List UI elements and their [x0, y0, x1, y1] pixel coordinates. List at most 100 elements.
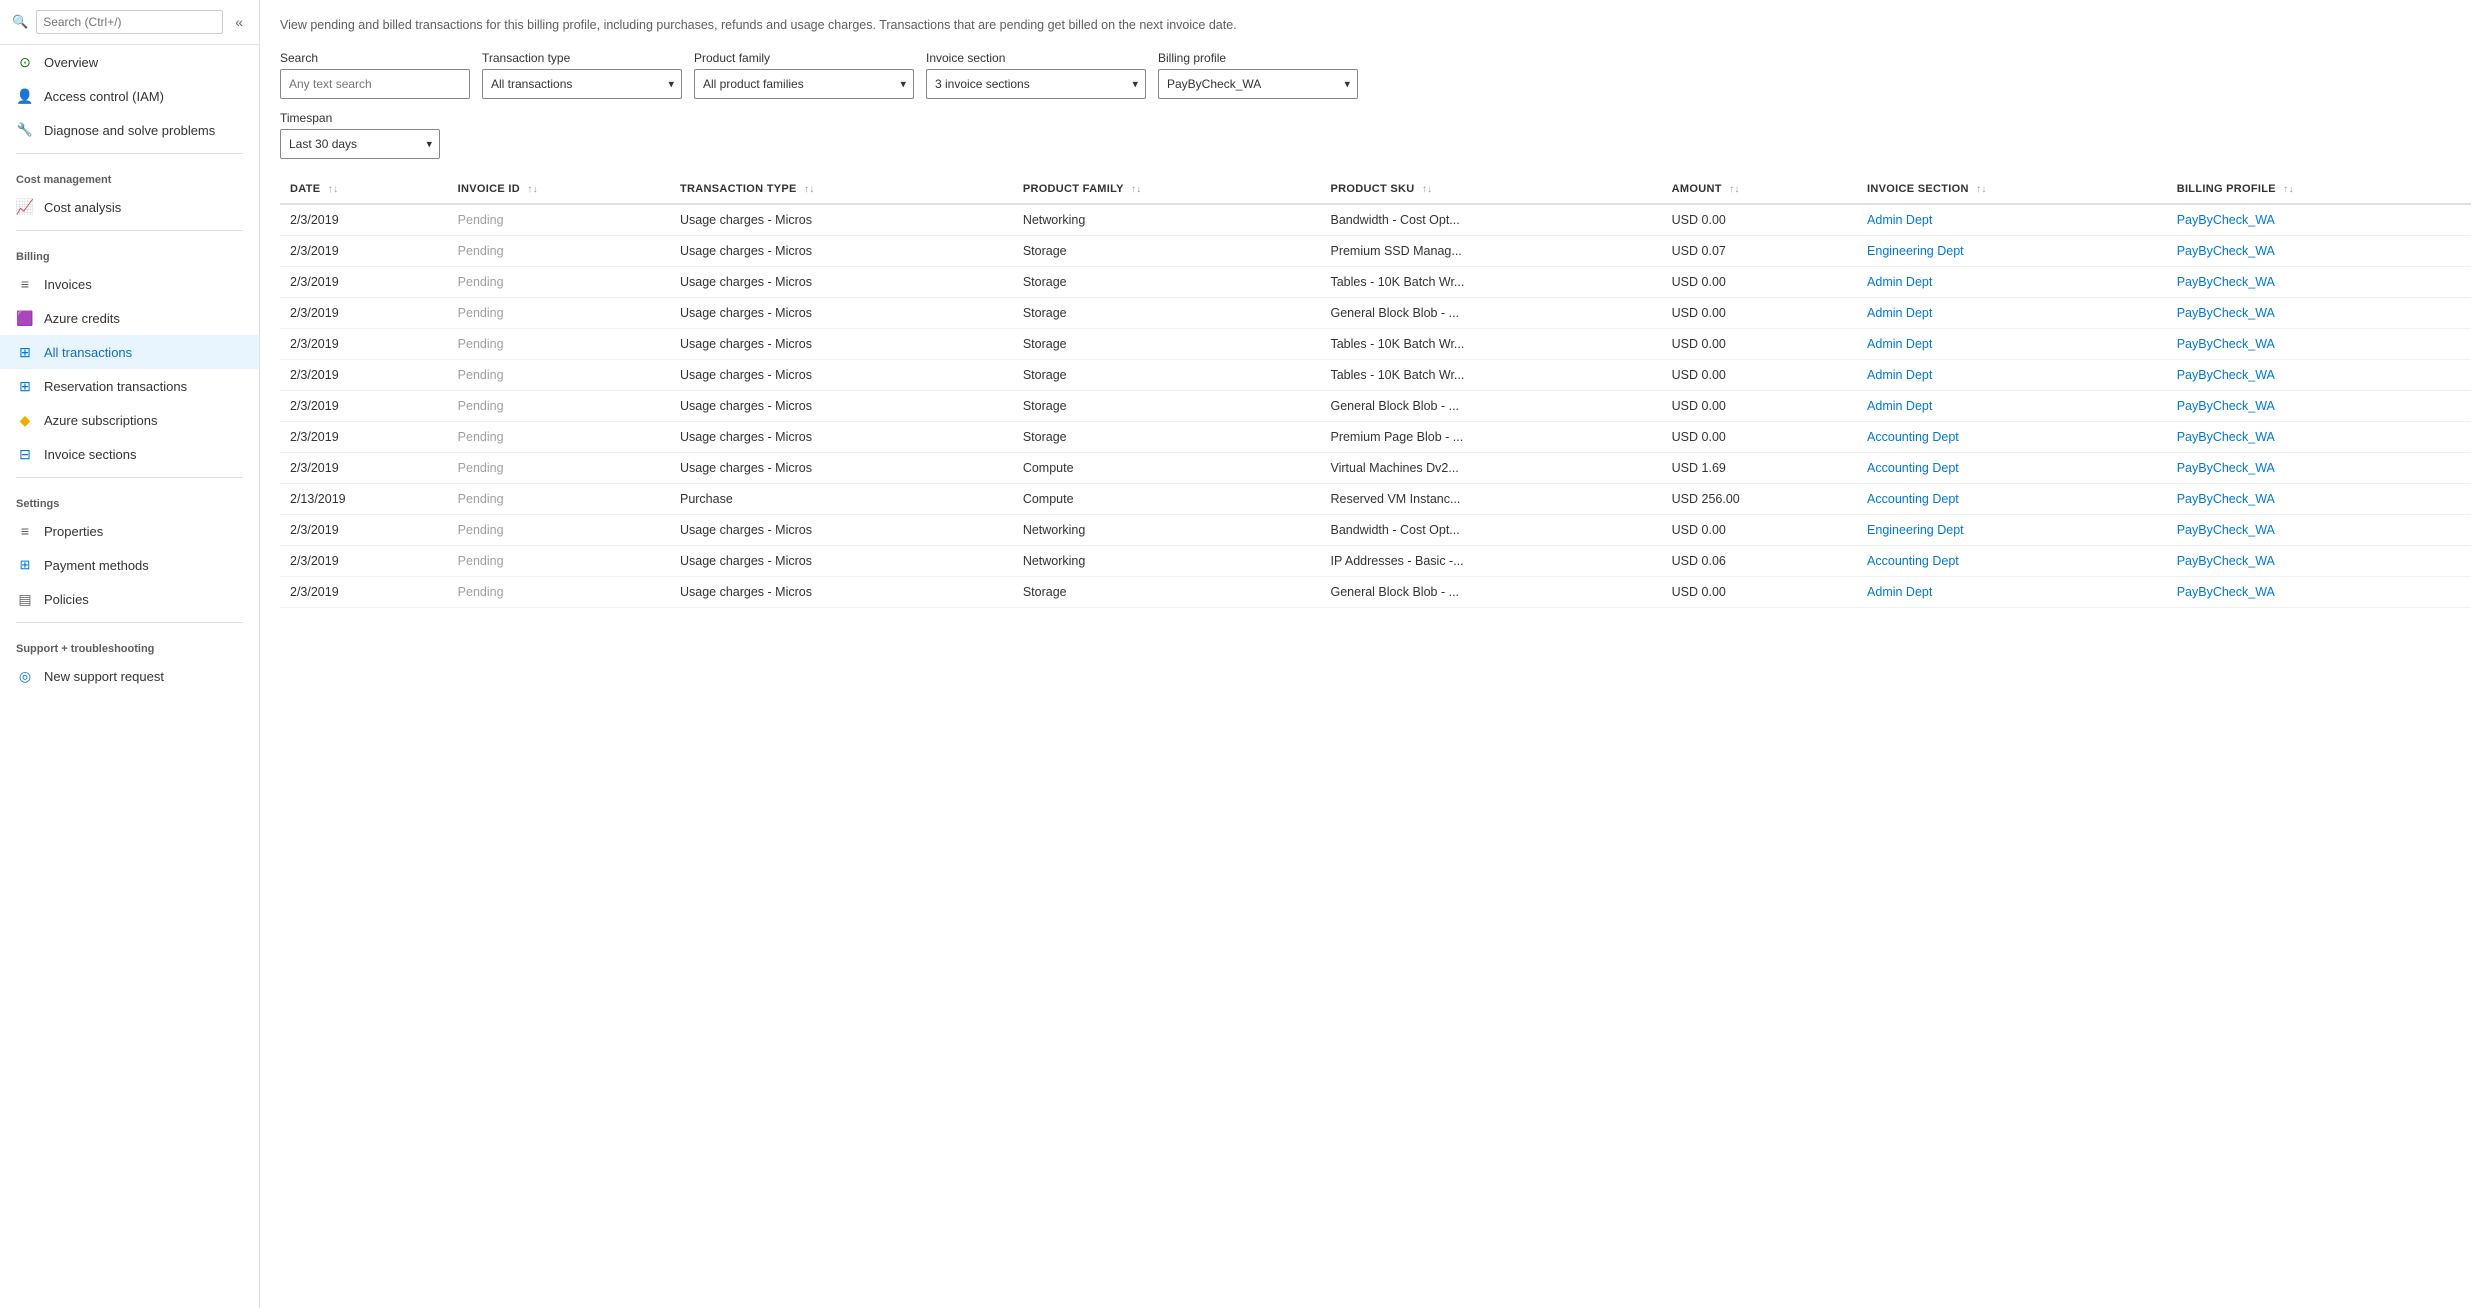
cell-billing-profile[interactable]: PayByCheck_WA: [2167, 576, 2471, 607]
cell-billing-profile[interactable]: PayByCheck_WA: [2167, 390, 2471, 421]
cell-invoice-section[interactable]: Admin Dept: [1857, 576, 2167, 607]
cell-date: 2/3/2019: [280, 235, 448, 266]
billing-profile-link[interactable]: PayByCheck_WA: [2177, 430, 2275, 444]
billing-profile-link[interactable]: PayByCheck_WA: [2177, 244, 2275, 258]
sidebar-item-azure-subscriptions[interactable]: ◆ Azure subscriptions: [0, 403, 259, 437]
cell-invoice-section[interactable]: Admin Dept: [1857, 328, 2167, 359]
invoice-section-link[interactable]: Admin Dept: [1867, 337, 1932, 351]
sidebar-item-overview[interactable]: ⊙ Overview: [0, 45, 259, 79]
invoice-section-link[interactable]: Admin Dept: [1867, 585, 1932, 599]
billing-profile-select[interactable]: PayByCheck_WA: [1158, 69, 1358, 99]
billing-profile-link[interactable]: PayByCheck_WA: [2177, 492, 2275, 506]
sidebar-item-label: Access control (IAM): [44, 89, 164, 104]
cell-invoice-section[interactable]: Admin Dept: [1857, 390, 2167, 421]
billing-profile-link[interactable]: PayByCheck_WA: [2177, 461, 2275, 475]
cell-amount: USD 0.00: [1662, 266, 1857, 297]
sidebar-item-policies[interactable]: ▤ Policies: [0, 582, 259, 616]
invoice-section-link[interactable]: Engineering Dept: [1867, 523, 1964, 537]
invoice-section-link[interactable]: Engineering Dept: [1867, 244, 1964, 258]
cell-transaction-type: Usage charges - Micros: [670, 514, 1013, 545]
cell-transaction-type: Usage charges - Micros: [670, 576, 1013, 607]
sidebar-item-azure-credits[interactable]: 🟪 Azure credits: [0, 301, 259, 335]
sidebar-item-label: Payment methods: [44, 558, 149, 573]
cell-billing-profile[interactable]: PayByCheck_WA: [2167, 421, 2471, 452]
sidebar-item-payment-methods[interactable]: ⊞ Payment methods: [0, 548, 259, 582]
col-product-family[interactable]: PRODUCT FAMILY ↑↓: [1013, 175, 1321, 204]
billing-profile-link[interactable]: PayByCheck_WA: [2177, 368, 2275, 382]
cell-billing-profile[interactable]: PayByCheck_WA: [2167, 452, 2471, 483]
billing-profile-link[interactable]: PayByCheck_WA: [2177, 399, 2275, 413]
timespan-select[interactable]: Last 30 days: [280, 129, 440, 159]
cell-date: 2/3/2019: [280, 452, 448, 483]
billing-profile-link[interactable]: PayByCheck_WA: [2177, 337, 2275, 351]
billing-profile-link[interactable]: PayByCheck_WA: [2177, 213, 2275, 227]
cell-invoice-section[interactable]: Admin Dept: [1857, 359, 2167, 390]
cell-billing-profile[interactable]: PayByCheck_WA: [2167, 204, 2471, 236]
billing-profile-link[interactable]: PayByCheck_WA: [2177, 306, 2275, 320]
invoice-section-link[interactable]: Accounting Dept: [1867, 554, 1959, 568]
cell-invoice-section[interactable]: Engineering Dept: [1857, 514, 2167, 545]
sidebar-item-label: Policies: [44, 592, 89, 607]
cell-billing-profile[interactable]: PayByCheck_WA: [2167, 235, 2471, 266]
col-product-sku[interactable]: PRODUCT SKU ↑↓: [1320, 175, 1661, 204]
col-invoice-section-sort-icon: ↑↓: [1976, 184, 1987, 195]
col-transaction-type-sort-icon: ↑↓: [804, 184, 815, 195]
sidebar-item-invoice-sections[interactable]: ⊟ Invoice sections: [0, 437, 259, 471]
invoice-section-link[interactable]: Accounting Dept: [1867, 492, 1959, 506]
cell-invoice-section[interactable]: Admin Dept: [1857, 204, 2167, 236]
invoice-section-select[interactable]: 3 invoice sections: [926, 69, 1146, 99]
col-amount[interactable]: AMOUNT ↑↓: [1662, 175, 1857, 204]
sidebar-item-diagnose[interactable]: 🔧 Diagnose and solve problems: [0, 113, 259, 147]
cell-invoice-section[interactable]: Accounting Dept: [1857, 452, 2167, 483]
invoice-section-link[interactable]: Admin Dept: [1867, 306, 1932, 320]
cell-invoice-section[interactable]: Accounting Dept: [1857, 545, 2167, 576]
sidebar-item-properties[interactable]: ≡ Properties: [0, 514, 259, 548]
sidebar-item-cost-analysis[interactable]: 📈 Cost analysis: [0, 190, 259, 224]
cell-billing-profile[interactable]: PayByCheck_WA: [2167, 328, 2471, 359]
cell-billing-profile[interactable]: PayByCheck_WA: [2167, 359, 2471, 390]
cell-invoice-section[interactable]: Admin Dept: [1857, 266, 2167, 297]
collapse-button[interactable]: «: [231, 12, 247, 32]
cell-date: 2/3/2019: [280, 390, 448, 421]
col-transaction-type[interactable]: TRANSACTION TYPE ↑↓: [670, 175, 1013, 204]
sidebar-item-invoices[interactable]: ≡ Invoices: [0, 267, 259, 301]
billing-profile-link[interactable]: PayByCheck_WA: [2177, 585, 2275, 599]
invoice-section-link[interactable]: Admin Dept: [1867, 275, 1932, 289]
search-input[interactable]: [36, 10, 223, 34]
section-settings: Settings: [0, 484, 259, 514]
col-invoice-id[interactable]: INVOICE ID ↑↓: [448, 175, 670, 204]
billing-profile-link[interactable]: PayByCheck_WA: [2177, 554, 2275, 568]
cell-billing-profile[interactable]: PayByCheck_WA: [2167, 297, 2471, 328]
divider: [16, 153, 243, 154]
billing-profile-link[interactable]: PayByCheck_WA: [2177, 523, 2275, 537]
cell-invoice-section[interactable]: Accounting Dept: [1857, 483, 2167, 514]
cell-billing-profile[interactable]: PayByCheck_WA: [2167, 514, 2471, 545]
invoice-section-link[interactable]: Accounting Dept: [1867, 461, 1959, 475]
invoice-section-link[interactable]: Admin Dept: [1867, 213, 1932, 227]
billing-profile-link[interactable]: PayByCheck_WA: [2177, 275, 2275, 289]
sidebar-item-iam[interactable]: 👤 Access control (IAM): [0, 79, 259, 113]
cell-product-sku: Tables - 10K Batch Wr...: [1320, 266, 1661, 297]
search-filter-input[interactable]: [280, 69, 470, 99]
cell-billing-profile[interactable]: PayByCheck_WA: [2167, 483, 2471, 514]
col-billing-profile[interactable]: BILLING PROFILE ↑↓: [2167, 175, 2471, 204]
product-family-select[interactable]: All product families: [694, 69, 914, 99]
cell-product-family: Networking: [1013, 545, 1321, 576]
invoice-section-link[interactable]: Admin Dept: [1867, 368, 1932, 382]
invoice-section-link[interactable]: Admin Dept: [1867, 399, 1932, 413]
cell-billing-profile[interactable]: PayByCheck_WA: [2167, 266, 2471, 297]
cell-invoice-section[interactable]: Accounting Dept: [1857, 421, 2167, 452]
sidebar-item-all-transactions[interactable]: ⊞ All transactions: [0, 335, 259, 369]
cell-invoice-section[interactable]: Admin Dept: [1857, 297, 2167, 328]
sidebar-item-reservation-transactions[interactable]: ⊞ Reservation transactions: [0, 369, 259, 403]
cell-billing-profile[interactable]: PayByCheck_WA: [2167, 545, 2471, 576]
col-invoice-section[interactable]: INVOICE SECTION ↑↓: [1857, 175, 2167, 204]
sidebar-item-new-support[interactable]: ◎ New support request: [0, 659, 259, 693]
transaction-type-select[interactable]: All transactions: [482, 69, 682, 99]
col-transaction-type-label: TRANSACTION TYPE: [680, 183, 797, 195]
col-date[interactable]: DATE ↑↓: [280, 175, 448, 204]
invoice-section-link[interactable]: Accounting Dept: [1867, 430, 1959, 444]
cell-invoice-section[interactable]: Engineering Dept: [1857, 235, 2167, 266]
cell-transaction-type: Usage charges - Micros: [670, 545, 1013, 576]
main-scroll-area: View pending and billed transactions for…: [260, 0, 2491, 1308]
